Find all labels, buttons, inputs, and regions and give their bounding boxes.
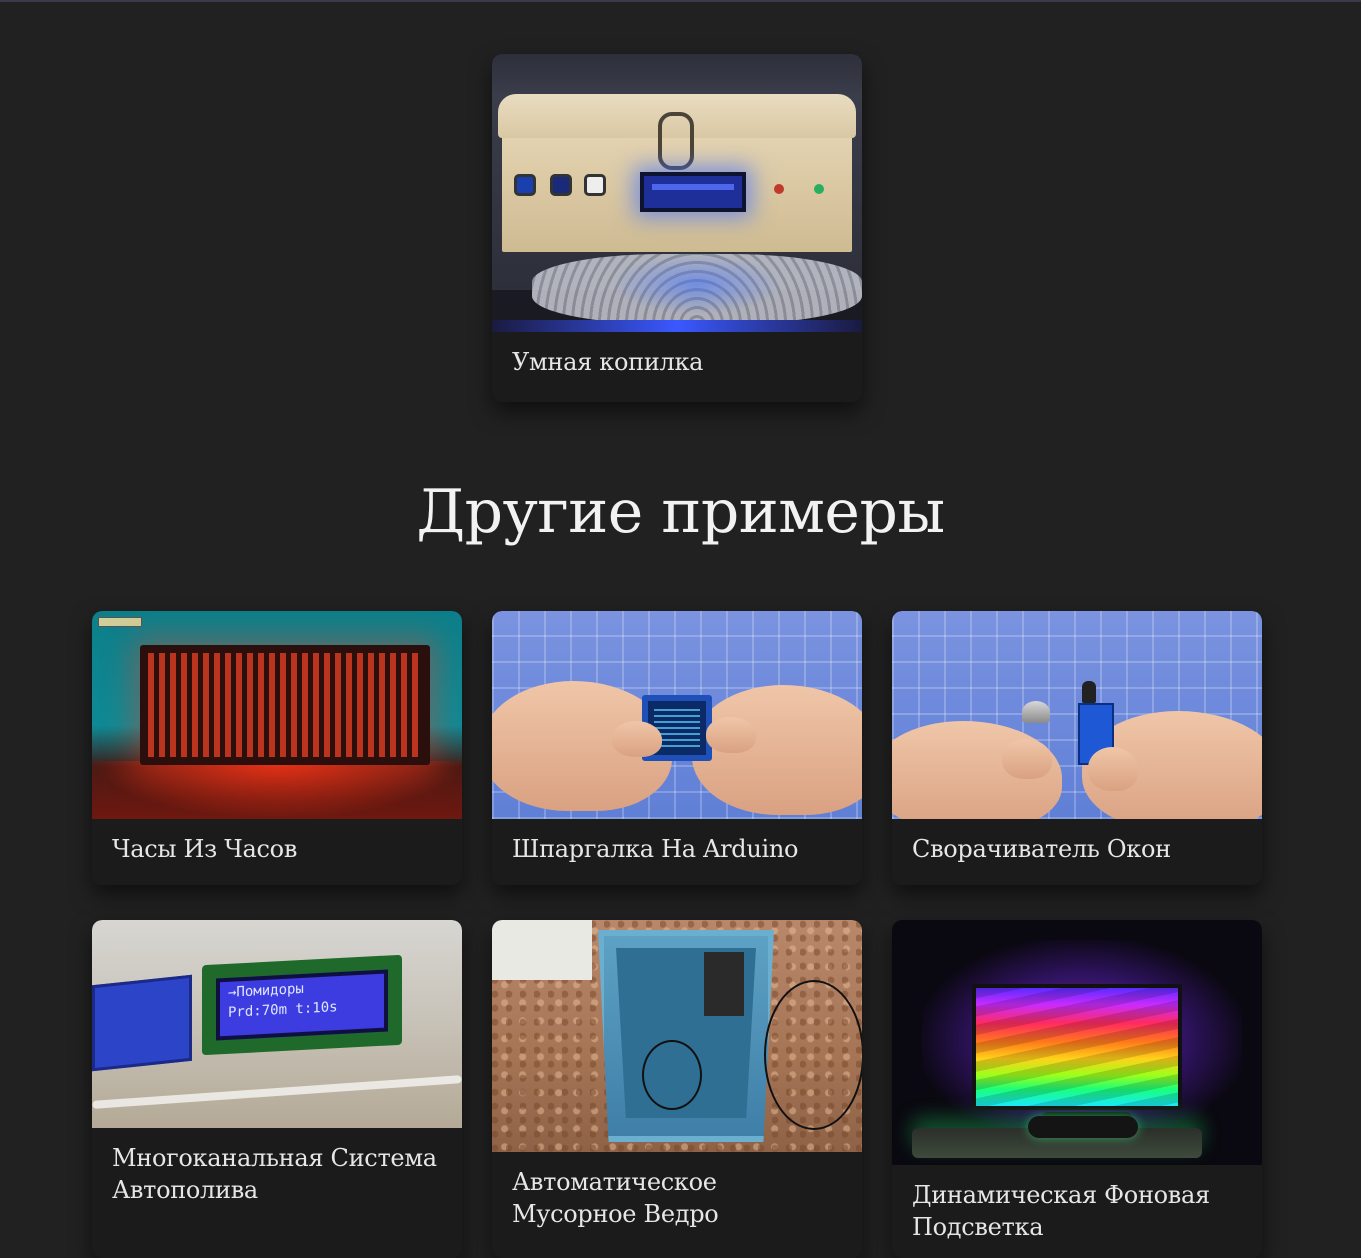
example-card-title[interactable]: Сворачиватель Окон: [892, 819, 1262, 865]
red-led-clock-image[interactable]: [92, 611, 462, 819]
example-card-watering[interactable]: →Помидоры Prd:70m t:10s Многоканальная С…: [92, 920, 462, 1258]
top-border: [0, 0, 1361, 2]
example-card-clock[interactable]: Часы Из Часов: [92, 611, 462, 885]
ir-sensor-hands-image[interactable]: [892, 611, 1262, 819]
example-card-trash-bin[interactable]: Автоматическое Мусорное Ведро: [492, 920, 862, 1258]
section-title: Другие примеры: [416, 477, 945, 547]
example-card-title[interactable]: Часы Из Часов: [92, 819, 462, 865]
featured-card-title[interactable]: Умная копилка: [492, 332, 862, 378]
example-card-window-minimizer[interactable]: Сворачиватель Окон: [892, 611, 1262, 885]
piggy-bank-image[interactable]: [492, 54, 862, 332]
oled-display-hands-image[interactable]: [492, 611, 862, 819]
ambient-backlight-tv-image[interactable]: [892, 920, 1262, 1165]
example-card-cheatsheet[interactable]: Шпаргалка На Arduino: [492, 611, 862, 885]
example-card-title[interactable]: Многоканальная Система Автополива: [92, 1128, 462, 1206]
example-card-title[interactable]: Автоматическое Мусорное Ведро: [492, 1152, 862, 1230]
example-card-title[interactable]: Шпаргалка На Arduino: [492, 819, 862, 865]
example-card-title[interactable]: Динамическая Фоновая Подсветка: [892, 1165, 1262, 1243]
page: Умная копилка Другие примеры Часы Из Час…: [0, 0, 1361, 1258]
trash-bin-image[interactable]: [492, 920, 862, 1152]
watering-system-lcd-image[interactable]: →Помидоры Prd:70m t:10s: [92, 920, 462, 1128]
featured-card[interactable]: Умная копилка: [492, 54, 862, 402]
example-card-ambilight[interactable]: Динамическая Фоновая Подсветка: [892, 920, 1262, 1258]
